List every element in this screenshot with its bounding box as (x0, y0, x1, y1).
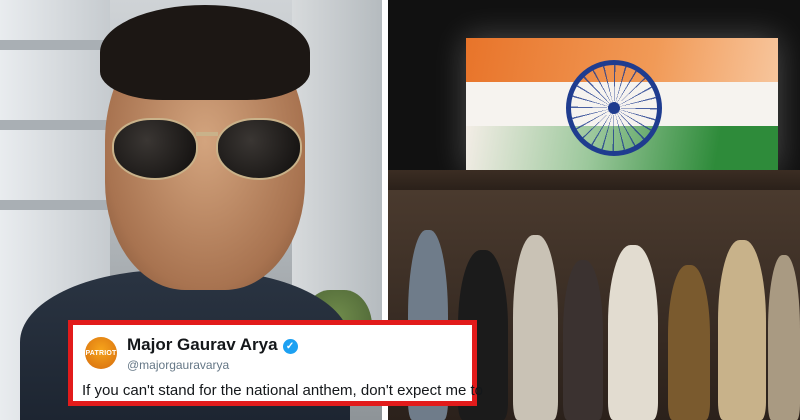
verified-badge-icon: ✓ (282, 339, 298, 354)
tweet-text: If you can't stand for the national anth… (82, 382, 483, 399)
profile-avatar[interactable]: PATRIOT (85, 337, 117, 369)
tweet-author-name[interactable]: Major Gaurav Arya ✓ (127, 335, 298, 355)
author-name-text: Major Gaurav Arya (127, 335, 278, 354)
cinema-screen-flag (466, 38, 778, 170)
tweet-handle[interactable]: @majorgauravarya (127, 358, 229, 372)
ashoka-chakra-icon (566, 60, 662, 156)
sunglasses (112, 118, 302, 180)
tweet-card: PATRIOT Major Gaurav Arya ✓ @majorgaurava… (68, 320, 483, 406)
man-hair (100, 5, 310, 100)
